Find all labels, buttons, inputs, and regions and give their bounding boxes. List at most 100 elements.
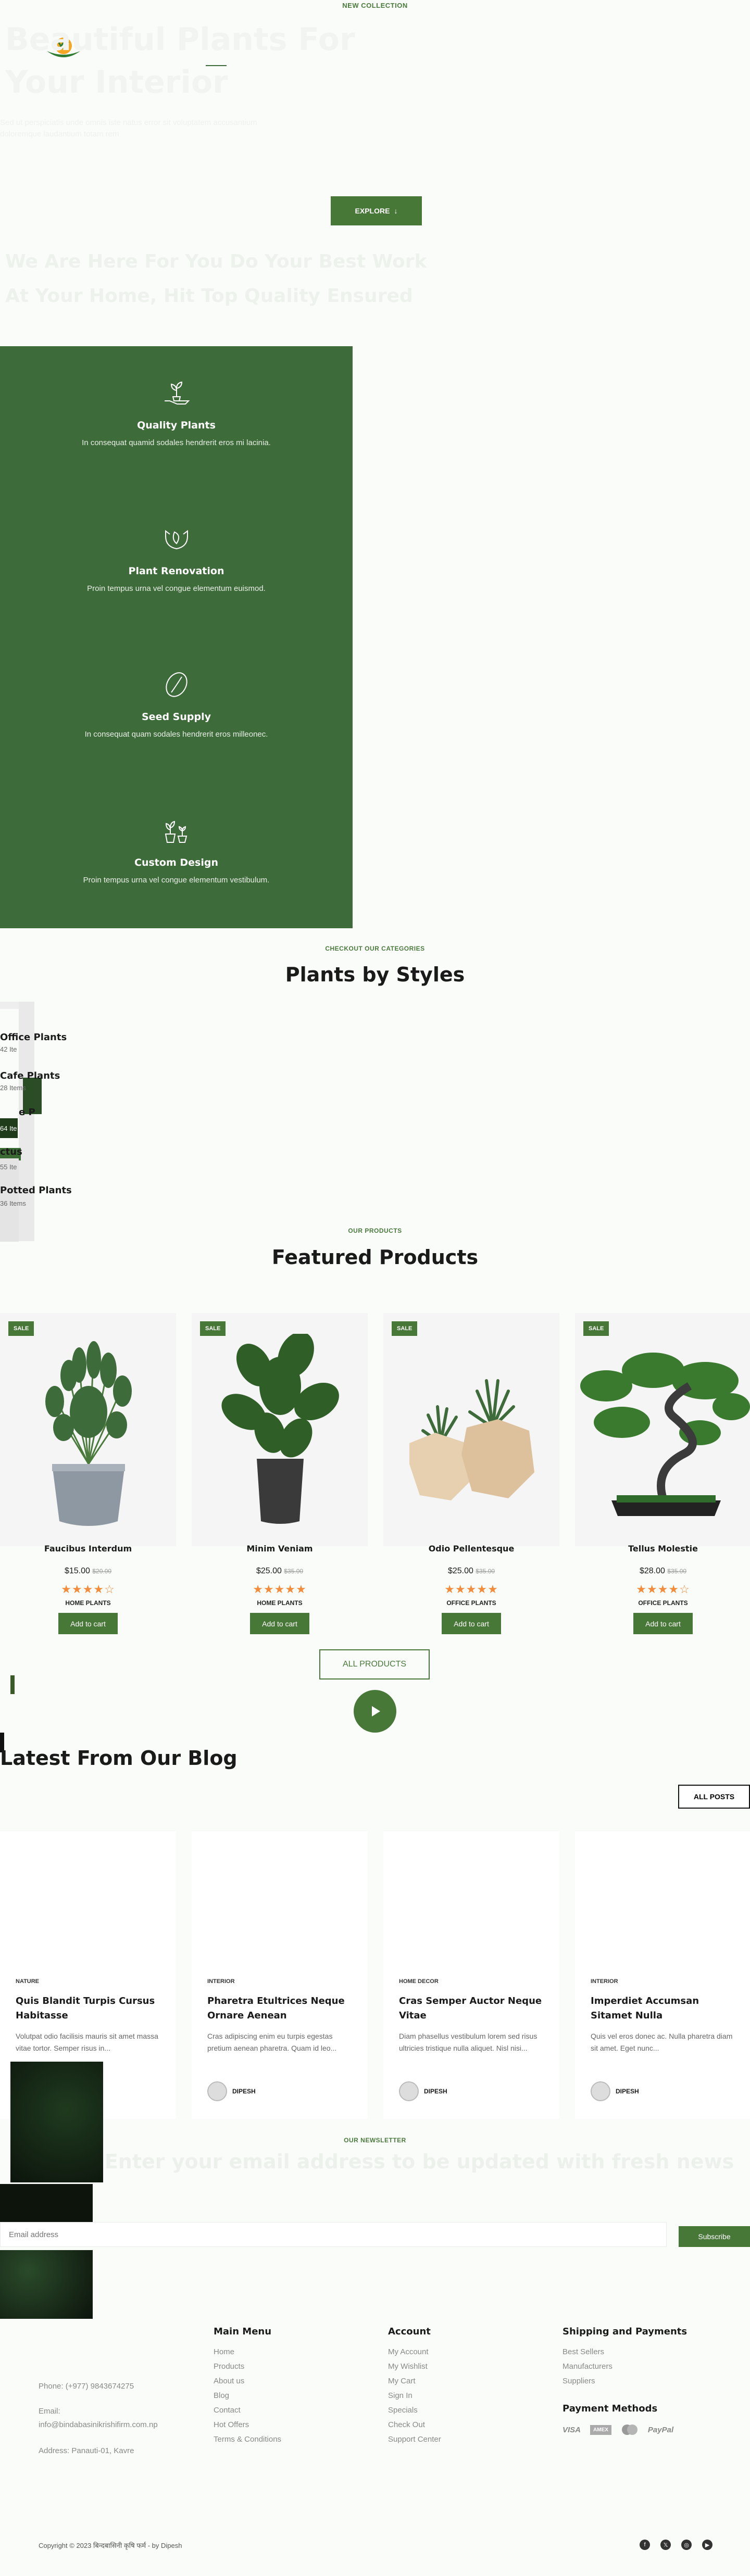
footer-email[interactable]: info@bindabasinikrishifirm.com.np	[39, 2419, 158, 2431]
category-name[interactable]: e P	[19, 1107, 35, 1118]
play-video-button[interactable]	[354, 1690, 396, 1733]
mastercard-circle	[627, 2425, 638, 2435]
footer-link[interactable]: About us	[214, 2374, 281, 2389]
category-count: 36 Items	[0, 1199, 26, 1207]
footer-link[interactable]: Home	[214, 2345, 281, 2359]
product-card[interactable]: SALE	[192, 1313, 368, 1546]
newsletter-background-image	[0, 2250, 93, 2319]
post-title[interactable]: Pharetra Etultrices Neque Ornare Aenean	[207, 1994, 358, 2023]
product-name[interactable]: Minim Veniam	[192, 1544, 368, 1554]
add-to-cart-button[interactable]: Add to cart	[58, 1613, 118, 1634]
footer-phone[interactable]: Phone: (+977) 9843674275	[39, 2380, 134, 2393]
add-to-cart-button[interactable]: Add to cart	[250, 1613, 309, 1634]
footer-link[interactable]: Sign In	[388, 2389, 441, 2403]
footer-link[interactable]: Check Out	[388, 2418, 441, 2432]
product-card[interactable]: SALE	[0, 1313, 176, 1546]
payment-methods-title: Payment Methods	[562, 2403, 658, 2414]
service-item: Custom Design Proin tempus urna vel cong…	[0, 812, 353, 885]
all-products-button[interactable]: ALL PRODUCTS	[319, 1649, 430, 1680]
hero-subtitle: Sed ut perspiciatis unde omnis iste natu…	[0, 118, 257, 138]
blog-post-card[interactable]: INTERIOR Pharetra Etultrices Neque Ornar…	[192, 1832, 368, 2119]
footer-email-label: Email:	[39, 2407, 60, 2416]
post-author[interactable]: DIPESH	[399, 2081, 447, 2101]
rating-stars-icon: ★★★★☆	[636, 1583, 690, 1596]
footer-main-menu: Home Products About us Blog Contact Hot …	[214, 2345, 281, 2447]
product-name[interactable]: Faucibus Interdum	[0, 1544, 176, 1554]
footer-link[interactable]: Suppliers	[562, 2374, 612, 2389]
category-name[interactable]: Office Plants	[0, 1032, 67, 1043]
footer-link[interactable]: Products	[214, 2359, 281, 2374]
category-carousel-track	[0, 1002, 19, 1009]
footer-link[interactable]: Specials	[388, 2403, 441, 2418]
blog-post-card[interactable]: INTERIOR Imperdiet Accumsan Sitamet Null…	[575, 1832, 750, 2119]
rating-stars-icon: ★★★★★	[253, 1583, 307, 1596]
price-old: $35.00	[284, 1568, 304, 1575]
email-input[interactable]	[0, 2222, 667, 2247]
product-category[interactable]: HOME PLANTS	[0, 1599, 176, 1607]
footer-link[interactable]: Contact	[214, 2403, 281, 2418]
category-name[interactable]: Cafe Plants	[0, 1070, 60, 1081]
product-name[interactable]: Tellus Molestie	[575, 1544, 750, 1554]
price-current: $15.00	[64, 1567, 90, 1575]
rating-stars-icon: ★★★★★	[444, 1583, 498, 1596]
footer-link[interactable]: Blog	[214, 2389, 281, 2403]
product-category[interactable]: HOME PLANTS	[192, 1599, 368, 1607]
footer-link[interactable]: My Account	[388, 2345, 441, 2359]
product-card[interactable]: SALE	[575, 1313, 750, 1546]
footer-link[interactable]: Terms & Conditions	[214, 2432, 281, 2447]
post-excerpt: Quis vel eros donec ac. Nulla pharetra d…	[591, 2032, 733, 2052]
footer-link[interactable]: My Wishlist	[388, 2359, 441, 2374]
product-image-rosemary	[45, 1341, 132, 1526]
footer-link[interactable]: Best Sellers	[562, 2345, 612, 2359]
subscribe-button[interactable]: Subscribe	[679, 2226, 750, 2247]
product-category[interactable]: OFFICE PLANTS	[383, 1599, 559, 1607]
product-category[interactable]: OFFICE PLANTS	[575, 1599, 750, 1607]
post-title[interactable]: Quis Blandit Turpis Cursus Habitasse	[16, 1994, 167, 2023]
blog-post-card[interactable]: HOME DECOR Cras Semper Auctor Neque Vita…	[383, 1832, 559, 2119]
footer-link[interactable]: Support Center	[388, 2432, 441, 2447]
services-section: Quality Plants In consequat quamid sodal…	[0, 346, 353, 928]
avatar	[399, 2081, 419, 2101]
paypal-icon: PayPal	[647, 2425, 674, 2434]
products-kicker: OUR PRODUCTS	[348, 1227, 402, 1234]
post-author[interactable]: DIPESH	[207, 2081, 256, 2101]
explore-label: EXPLORE	[355, 207, 390, 215]
product-card[interactable]: SALE	[383, 1313, 559, 1546]
product-image-succulents	[409, 1379, 534, 1500]
add-to-cart-button[interactable]: Add to cart	[442, 1613, 501, 1634]
facebook-icon[interactable]: f	[640, 2540, 650, 2550]
product-name[interactable]: Odio Pellentesque	[383, 1544, 559, 1554]
post-category[interactable]: NATURE	[16, 1978, 39, 1985]
x-twitter-icon[interactable]: 𝕏	[660, 2540, 671, 2550]
service-item: Plant Renovation Proin tempus urna vel c…	[0, 521, 353, 593]
hero-kicker: NEW COLLECTION	[342, 2, 408, 9]
newsletter-kicker: OUR NEWSLETTER	[344, 2137, 406, 2144]
post-title[interactable]: Cras Semper Auctor Neque Vitae	[399, 1994, 550, 2023]
instagram-icon[interactable]: ◎	[681, 2540, 692, 2550]
post-title[interactable]: Imperdiet Accumsan Sitamet Nulla	[591, 1994, 742, 2023]
footer-shipping-title: Shipping and Payments	[562, 2326, 688, 2337]
category-count: 28 Items	[0, 1084, 26, 1092]
post-author[interactable]: DIPESH	[591, 2081, 639, 2101]
add-to-cart-button[interactable]: Add to cart	[633, 1613, 693, 1634]
youtube-icon[interactable]: ▶	[702, 2540, 712, 2550]
service-title: Plant Renovation	[128, 565, 224, 577]
post-category[interactable]: INTERIOR	[207, 1978, 235, 1985]
service-title: Quality Plants	[137, 420, 216, 431]
service-text: In consequat quamid sodales hendrerit er…	[82, 438, 271, 447]
category-name[interactable]: Potted Plants	[0, 1185, 72, 1196]
post-excerpt: Volutpat odio facilisis mauris sit amet …	[16, 2032, 158, 2052]
post-category[interactable]: INTERIOR	[591, 1978, 618, 1985]
all-posts-button[interactable]: ALL POSTS	[678, 1785, 750, 1809]
product-price: $25.00 $35.00	[383, 1567, 559, 1576]
service-title: Custom Design	[134, 857, 218, 868]
explore-button[interactable]: EXPLORE ↓	[331, 196, 422, 225]
sale-badge: SALE	[583, 1321, 609, 1336]
footer-account-title: Account	[388, 2326, 431, 2337]
footer-link[interactable]: My Cart	[388, 2374, 441, 2389]
service-item: Seed Supply In consequat quam sodales he…	[0, 666, 353, 739]
post-category[interactable]: HOME DECOR	[399, 1978, 439, 1985]
footer-link[interactable]: Manufacturers	[562, 2359, 612, 2374]
category-name[interactable]: ctus	[0, 1146, 22, 1157]
footer-link[interactable]: Hot Offers	[214, 2418, 281, 2432]
